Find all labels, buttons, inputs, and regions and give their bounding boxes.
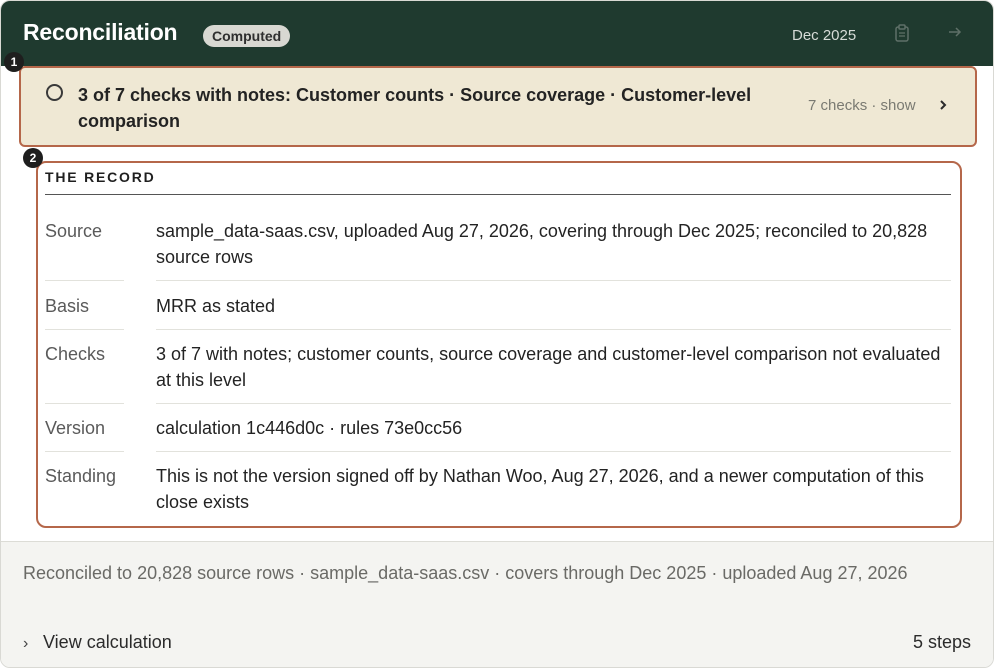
row-label: Version [45, 418, 106, 438]
clipboard-icon[interactable] [894, 24, 910, 42]
annotation-marker-1: 1 [4, 52, 24, 72]
view-calculation-label: View calculation [43, 632, 172, 652]
row-value: 3 of 7 with notes; customer counts, sour… [156, 344, 941, 390]
row-label: Checks [45, 344, 106, 364]
row-value: MRR as stated [156, 296, 276, 316]
status-badge: Computed [203, 25, 291, 47]
card-title: Reconciliation [23, 19, 178, 45]
row-divider [156, 403, 951, 404]
card-footer: Reconciled to 20,828 source rows · sampl… [1, 542, 993, 667]
row-label: Standing [45, 466, 117, 486]
view-calculation-toggle[interactable]: › View calculation [23, 630, 172, 654]
checks-summary: 3 of 7 checks with notes: Customer count… [78, 85, 752, 131]
reconciliation-card: Reconciliation Computed Dec 2025 1 2 3 o… [0, 0, 994, 668]
row-label: Source [45, 221, 103, 241]
row-divider [45, 451, 124, 452]
row-divider [45, 329, 124, 330]
record-divider [45, 194, 951, 195]
chevron-right-icon: › [23, 635, 29, 652]
period-label: Dec 2025 [792, 27, 857, 44]
checks-count-toggle[interactable]: 7 checks · show [808, 97, 916, 114]
row-divider [45, 403, 124, 404]
row-divider [156, 329, 951, 330]
checks-banner[interactable]: 3 of 7 checks with notes: Customer count… [19, 66, 977, 147]
row-divider [156, 451, 951, 452]
row-value: This is not the version signed off by Na… [156, 466, 924, 512]
record-heading: THE RECORD [45, 169, 156, 185]
annotation-marker-2: 2 [23, 148, 43, 168]
row-divider [156, 280, 951, 281]
row-value: calculation 1c446d0c · rules 73e0cc56 [156, 418, 463, 438]
arrow-right-icon[interactable] [946, 23, 964, 41]
chevron-right-icon[interactable] [938, 98, 948, 112]
row-value: sample_data-saas.csv, uploaded Aug 27, 2… [156, 221, 928, 267]
footer-summary: Reconciled to 20,828 source rows · sampl… [23, 563, 908, 583]
row-label: Basis [45, 296, 90, 316]
record-panel: THE RECORD Source sample_data-saas.csv, … [36, 161, 962, 528]
status-circle-icon [46, 84, 63, 101]
card-header: Reconciliation Computed Dec 2025 [1, 1, 993, 66]
steps-count: 5 steps [912, 632, 971, 652]
row-divider [45, 280, 124, 281]
